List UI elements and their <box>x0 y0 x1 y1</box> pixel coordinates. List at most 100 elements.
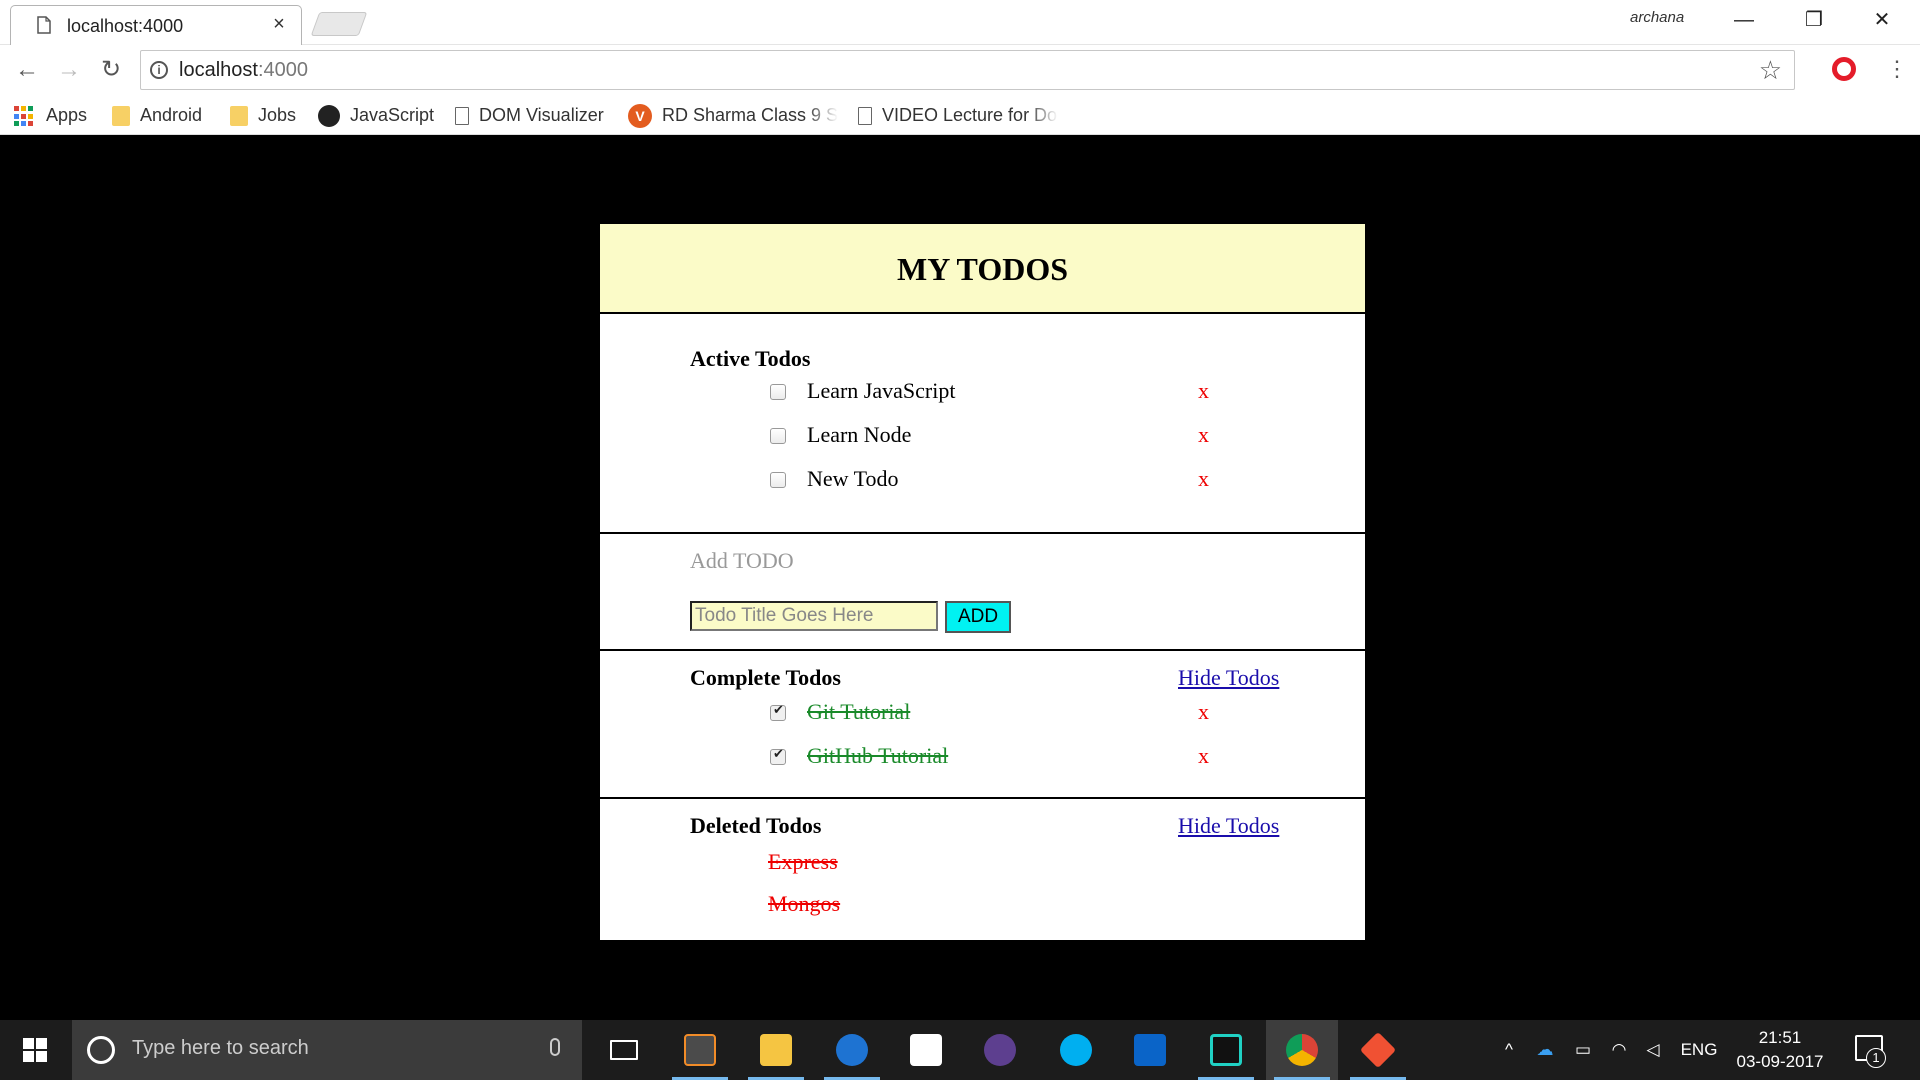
bookmark-dom-visualizer[interactable]: DOM Visualizer <box>455 101 604 129</box>
todo-text: Learn JavaScript <box>807 378 956 403</box>
close-window-icon[interactable]: ✕ <box>1852 0 1912 40</box>
todo-checkbox[interactable] <box>770 747 786 765</box>
bookmarks-bar: Apps Android Jobs JavaScript DOM Visuali… <box>0 95 1920 135</box>
todo-checkbox[interactable] <box>770 384 786 400</box>
volume-icon[interactable]: ◁ <box>1638 1020 1668 1080</box>
bookmark-video-lecture[interactable]: VIDEO Lecture for Do <box>858 101 1058 129</box>
bookmark-rd-sharma[interactable]: V RD Sharma Class 9 Sc <box>628 101 838 129</box>
delete-todo-button[interactable]: x <box>1198 422 1209 448</box>
menu-icon[interactable]: ⋮ <box>1886 58 1908 80</box>
store-icon[interactable] <box>890 1020 962 1080</box>
clock-date: 03-09-2017 <box>1736 1052 1824 1071</box>
url-port: :4000 <box>257 59 308 81</box>
delete-todo-button[interactable]: x <box>1198 699 1209 725</box>
page-viewport: MY TODOS Active Todos Learn JavaScript x… <box>0 135 1920 1020</box>
clock-time: 21:51 <box>1758 1028 1802 1047</box>
todo-row: Learn JavaScript x <box>600 378 1365 418</box>
todo-text: Git Tutorial <box>807 699 911 724</box>
complete-todos-heading: Complete Todos <box>690 665 841 690</box>
bookmark-label: VIDEO Lecture for Do <box>882 105 1058 125</box>
page-icon <box>37 16 51 34</box>
browser-tab-bar: localhost:4000 × archana — ❐ ✕ <box>0 0 1920 46</box>
todo-checkbox[interactable] <box>770 703 786 721</box>
new-tab-button[interactable] <box>310 12 368 36</box>
bookmark-label: JavaScript <box>350 105 435 125</box>
restore-icon[interactable]: ❐ <box>1784 0 1844 40</box>
active-todos-heading: Active Todos <box>690 346 811 371</box>
edge-icon[interactable] <box>816 1020 888 1080</box>
todo-title-input[interactable] <box>690 601 938 631</box>
todo-row: Git Tutorial x <box>600 699 1365 739</box>
todo-checkbox[interactable] <box>770 428 786 444</box>
url-host: localhost <box>179 59 258 81</box>
add-button[interactable]: ADD <box>945 601 1011 633</box>
skype-icon[interactable] <box>1040 1020 1112 1080</box>
notification-count: 1 <box>1866 1048 1886 1068</box>
delete-todo-button[interactable]: x <box>1198 466 1209 492</box>
task-view-icon[interactable] <box>588 1020 660 1080</box>
apps-grid-icon <box>14 106 34 126</box>
microphone-icon[interactable] <box>550 1038 560 1056</box>
url-text: localhost:4000 <box>179 59 308 82</box>
onedrive-icon[interactable]: ☁ <box>1530 1020 1560 1080</box>
todo-row: GitHub Tutorial x <box>600 743 1365 783</box>
todo-checkbox[interactable] <box>770 472 786 488</box>
minimize-icon[interactable]: — <box>1714 0 1774 40</box>
hide-complete-link[interactable]: Hide Todos <box>1178 665 1279 691</box>
page-icon <box>455 107 469 126</box>
taskbar-clock[interactable]: 21:51 03-09-2017 <box>1720 1026 1840 1074</box>
folder-icon <box>230 106 248 127</box>
bookmark-jobs[interactable]: Jobs <box>230 101 296 129</box>
language-indicator[interactable]: ENG <box>1676 1020 1722 1080</box>
chrome-icon[interactable] <box>1266 1020 1338 1080</box>
git-icon[interactable] <box>1342 1020 1414 1080</box>
cortana-icon <box>87 1036 115 1064</box>
active-todos-section: Active Todos Learn JavaScript x Learn No… <box>600 314 1365 534</box>
profile-name[interactable]: archana <box>1630 9 1684 26</box>
battery-icon[interactable]: ▭ <box>1568 1020 1598 1080</box>
webstorm-icon[interactable] <box>1190 1020 1262 1080</box>
sublime-text-icon[interactable] <box>664 1020 736 1080</box>
todo-row: New Todo x <box>600 466 1365 506</box>
forward-icon[interactable]: → <box>54 55 84 85</box>
delete-todo-button[interactable]: x <box>1198 743 1209 769</box>
v-icon: V <box>628 104 652 129</box>
deleted-todos-section: Deleted Todos Hide Todos Express Mongos <box>600 799 1365 940</box>
todo-text: Learn Node <box>807 422 912 447</box>
show-hidden-icons[interactable]: ^ <box>1494 1020 1524 1080</box>
bookmark-label: Android <box>140 105 203 125</box>
hide-deleted-link[interactable]: Hide Todos <box>1178 813 1279 839</box>
deleted-todos-heading: Deleted Todos <box>690 813 822 838</box>
file-explorer-icon[interactable] <box>740 1020 812 1080</box>
complete-todos-section: Complete Todos Hide Todos Git Tutorial x… <box>600 651 1365 799</box>
bookmark-android[interactable]: Android <box>112 101 202 129</box>
eclipse-icon[interactable] <box>964 1020 1036 1080</box>
address-bar[interactable]: i localhost:4000 ☆ <box>140 50 1795 90</box>
windows-start-icon[interactable] <box>0 1020 70 1080</box>
bookmark-javascript[interactable]: JavaScript <box>318 101 434 129</box>
tab-close-icon[interactable]: × <box>269 14 289 34</box>
todo-row: Learn Node x <box>600 422 1365 462</box>
delete-todo-button[interactable]: x <box>1198 378 1209 404</box>
folder-icon <box>112 106 130 127</box>
tab-localhost[interactable]: localhost:4000 × <box>10 5 302 46</box>
bookmark-label: Jobs <box>258 105 297 125</box>
outlook-icon[interactable] <box>1114 1020 1186 1080</box>
app-header: MY TODOS <box>600 224 1365 314</box>
page-icon <box>858 107 872 126</box>
wifi-icon[interactable]: ◠ <box>1604 1020 1634 1080</box>
opera-extension-icon[interactable] <box>1832 57 1856 81</box>
todo-app: MY TODOS Active Todos Learn JavaScript x… <box>600 224 1365 940</box>
back-icon[interactable]: ← <box>12 55 42 85</box>
add-todo-heading: Add TODO <box>690 548 794 573</box>
reload-icon[interactable]: ↻ <box>96 55 126 85</box>
bookmark-apps[interactable]: Apps <box>14 101 87 129</box>
tab-title: localhost:4000 <box>67 16 184 36</box>
windows-taskbar: Type here to search ^ ☁ ▭ ◠ ◁ ENG 21:51 … <box>0 1020 1920 1080</box>
taskbar-search[interactable]: Type here to search <box>72 1020 582 1080</box>
page-title: MY TODOS <box>897 251 1068 287</box>
deleted-todo-item: Express <box>768 849 838 874</box>
info-icon[interactable]: i <box>150 61 168 79</box>
deleted-todo-item: Mongos <box>768 891 841 916</box>
bookmark-star-icon[interactable]: ☆ <box>1759 55 1782 86</box>
